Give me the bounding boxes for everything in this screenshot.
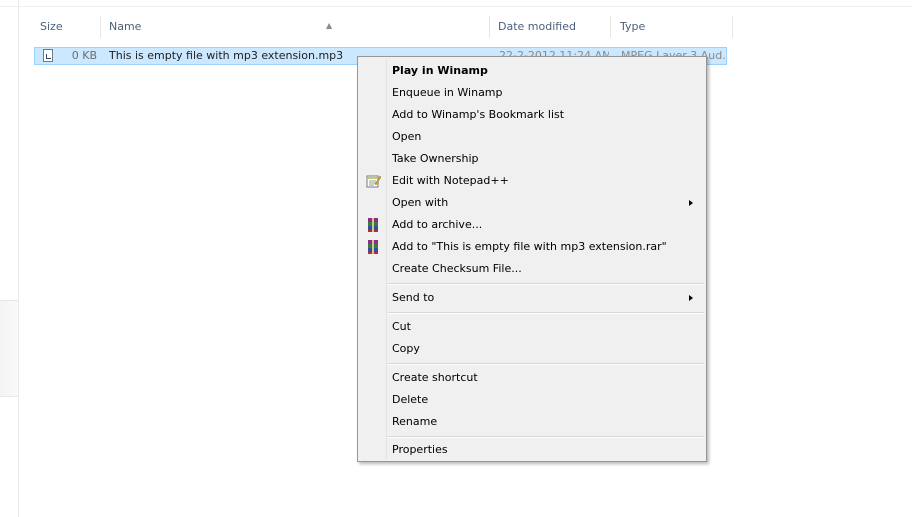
menu-item-label: Send to <box>392 291 435 304</box>
menu-separator <box>388 436 704 438</box>
navigation-pane-edge <box>18 0 19 517</box>
menu-item-label: Open <box>392 130 422 143</box>
audio-file-icon <box>43 49 53 62</box>
submenu-arrow-icon <box>689 295 693 301</box>
menu-item-label: Enqueue in Winamp <box>392 86 503 99</box>
menu-item-label: Create shortcut <box>392 371 478 384</box>
menu-item-label: Edit with Notepad++ <box>392 174 509 187</box>
menu-item-rename[interactable]: Rename <box>360 411 704 433</box>
column-name[interactable]: Name <box>109 14 141 40</box>
menu-item-label: Rename <box>392 415 438 428</box>
submenu-arrow-icon <box>689 200 693 206</box>
navigation-pane-splitter[interactable] <box>0 300 18 397</box>
menu-item-add-to-archive[interactable]: Add to archive... <box>360 214 704 236</box>
menu-separator <box>388 312 704 314</box>
sort-ascending-icon: ▲ <box>326 21 333 30</box>
menu-item-play-in-winamp[interactable]: Play in Winamp <box>360 60 704 82</box>
menu-item-send-to[interactable]: Send to <box>360 287 704 309</box>
file-name: This is empty file with mp3 extension.mp… <box>109 49 344 62</box>
menu-item-label: Copy <box>392 342 420 355</box>
menu-item-delete[interactable]: Delete <box>360 389 704 411</box>
column-size[interactable]: Size <box>40 14 63 40</box>
context-menu: Play in Winamp Enqueue in Winamp Add to … <box>357 56 707 462</box>
menu-item-create-shortcut[interactable]: Create shortcut <box>360 367 704 389</box>
winrar-icon <box>368 240 378 254</box>
menu-item-label: Properties <box>392 443 448 456</box>
column-date-modified[interactable]: Date modified <box>498 14 576 40</box>
menu-item-add-to-winamp-bookmark[interactable]: Add to Winamp's Bookmark list <box>360 104 704 126</box>
menu-item-label: Create Checksum File... <box>392 262 522 275</box>
menu-item-label: Cut <box>392 320 411 333</box>
menu-item-edit-with-notepad[interactable]: Edit with Notepad++ <box>360 170 704 192</box>
menu-item-label: Add to archive... <box>392 218 483 231</box>
menu-item-open-with[interactable]: Open with <box>360 192 704 214</box>
menu-item-cut[interactable]: Cut <box>360 316 704 338</box>
winrar-icon <box>368 218 378 232</box>
menu-item-label: Add to "This is empty file with mp3 exte… <box>392 240 667 253</box>
menu-item-add-to-rar[interactable]: Add to "This is empty file with mp3 exte… <box>360 236 704 258</box>
menu-item-label: Add to Winamp's Bookmark list <box>392 108 565 121</box>
menu-item-label: Take Ownership <box>392 152 479 165</box>
column-separator[interactable] <box>489 16 490 38</box>
menu-item-label: Open with <box>392 196 449 209</box>
column-separator[interactable] <box>732 16 733 38</box>
file-size: 0 KB <box>71 49 97 62</box>
column-header: Size Name ▲ Date modified Type <box>34 14 734 40</box>
menu-item-open[interactable]: Open <box>360 126 704 148</box>
menu-item-copy[interactable]: Copy <box>360 338 704 360</box>
menu-separator <box>388 363 704 365</box>
column-separator[interactable] <box>610 16 611 38</box>
menu-item-label: Delete <box>392 393 429 406</box>
menu-item-enqueue-in-winamp[interactable]: Enqueue in Winamp <box>360 82 704 104</box>
column-separator[interactable] <box>100 16 101 38</box>
menu-item-properties[interactable]: Properties <box>360 439 704 461</box>
menu-separator <box>388 283 704 285</box>
menu-item-label: Play in Winamp <box>392 64 488 77</box>
menu-item-take-ownership[interactable]: Take Ownership <box>360 148 704 170</box>
menu-item-create-checksum-file[interactable]: Create Checksum File... <box>360 258 704 280</box>
notepad-plus-plus-icon <box>366 175 381 188</box>
top-divider <box>0 6 912 7</box>
column-type[interactable]: Type <box>620 14 645 40</box>
